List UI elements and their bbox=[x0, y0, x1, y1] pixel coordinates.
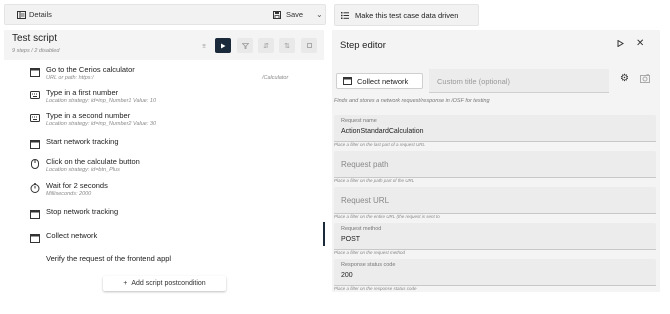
gear-icon[interactable]: ⚙ bbox=[620, 73, 629, 84]
field-hint: Place a filter on the entire URL (the re… bbox=[334, 214, 440, 219]
list-item[interactable]: Collect network bbox=[30, 231, 320, 245]
list-item[interactable]: Verify the request of the frontend appl bbox=[30, 254, 320, 268]
step-title: Wait for 2 seconds bbox=[46, 181, 108, 190]
browser-window-icon bbox=[30, 233, 40, 243]
step-title: Stop network tracking bbox=[46, 207, 119, 216]
request-path-field[interactable]: Request path bbox=[334, 151, 656, 178]
stop-icon[interactable] bbox=[301, 38, 317, 53]
filter-icon[interactable] bbox=[237, 38, 253, 53]
step-description: Finds and stores a network request/respo… bbox=[334, 98, 490, 104]
save-icon bbox=[273, 10, 281, 19]
response-status-field[interactable]: Response status code 200 bbox=[334, 259, 656, 286]
save-button[interactable]: Save bbox=[273, 10, 303, 19]
details-label: Details bbox=[29, 10, 52, 19]
field-label: Request method bbox=[341, 226, 382, 232]
test-script-subtitle: 9 steps / 2 disabled bbox=[12, 48, 60, 54]
step-title: Verify the request of the frontend appl bbox=[46, 254, 172, 263]
details-icon bbox=[17, 10, 26, 19]
field-value: 200 bbox=[341, 272, 353, 279]
field-hint: Place a filter on the request method bbox=[334, 250, 406, 255]
test-script-title: Test script bbox=[12, 33, 58, 44]
plus-icon: + bbox=[123, 280, 128, 287]
request-name-field[interactable]: Request name ActionStandardCalculation bbox=[334, 115, 656, 142]
list-item[interactable]: Type in a second number Location strateg… bbox=[30, 111, 320, 131]
step-detail: Location strategy: id=btn_Plus bbox=[46, 167, 120, 173]
list-item[interactable]: Click on the calculate button Location s… bbox=[30, 157, 320, 177]
field-value: ActionStandardCalculation bbox=[341, 128, 424, 135]
step-detail: Milliseconds: 2000 bbox=[46, 191, 92, 197]
list-icon bbox=[341, 11, 349, 19]
list-item[interactable]: Wait for 2 seconds Milliseconds: 2000 bbox=[30, 181, 320, 201]
field-label: Response status code bbox=[341, 262, 396, 268]
step-detail: URL or path: https:/ bbox=[46, 75, 94, 81]
step-title: Collect network bbox=[46, 231, 98, 240]
browser-window-icon bbox=[30, 209, 40, 219]
test-script-header: Test script 9 steps / 2 disabled ⌆ ⇵ ⇅ bbox=[4, 30, 324, 60]
mouse-icon bbox=[30, 159, 40, 169]
pin-icon[interactable]: ⌆ bbox=[196, 38, 212, 53]
data-driven-button[interactable]: Make this test case data driven bbox=[334, 4, 479, 26]
screenshot-icon[interactable] bbox=[640, 74, 650, 83]
play-icon[interactable] bbox=[617, 40, 624, 47]
list-item[interactable]: Stop network tracking bbox=[30, 207, 320, 221]
add-postcondition-button[interactable]: + Add script postcondition bbox=[103, 276, 226, 291]
step-title: Type in a second number bbox=[46, 111, 131, 120]
browser-window-icon bbox=[30, 139, 40, 149]
request-method-field[interactable]: Request method POST bbox=[334, 223, 656, 250]
details-toggle[interactable]: Details bbox=[17, 10, 52, 19]
step-detail-path: /Calculator bbox=[262, 75, 289, 81]
close-icon[interactable]: ✕ bbox=[636, 38, 644, 49]
field-hint: Place a filter on the response status co… bbox=[334, 286, 417, 291]
browser-window-icon bbox=[30, 67, 40, 77]
custom-title-input[interactable]: Custom title (optional) bbox=[429, 69, 609, 93]
details-bar[interactable]: Details Save ⌄ bbox=[4, 4, 326, 25]
collect-network-label: Collect network bbox=[357, 76, 409, 86]
step-title: Start network tracking bbox=[46, 137, 119, 146]
keyboard-icon bbox=[30, 90, 40, 100]
keyboard-icon bbox=[30, 113, 40, 123]
field-hint: Place a filter on the last part of a req… bbox=[334, 142, 426, 147]
list-item[interactable]: Type in a first number Location strategy… bbox=[30, 88, 320, 108]
test-script-panel: Test script 9 steps / 2 disabled ⌆ ⇵ ⇅ G… bbox=[4, 30, 324, 312]
collect-network-button[interactable]: Collect network bbox=[336, 73, 423, 89]
step-detail: Location strategy: id=inp_Number1 Value:… bbox=[46, 98, 157, 104]
request-url-field[interactable]: Request URL bbox=[334, 187, 656, 214]
timer-icon bbox=[30, 183, 40, 193]
selected-step-indicator bbox=[323, 222, 325, 246]
move-down-icon[interactable]: ⇅ bbox=[279, 38, 295, 53]
run-button[interactable] bbox=[215, 38, 231, 53]
list-item[interactable]: Start network tracking bbox=[30, 137, 320, 151]
save-label: Save bbox=[286, 10, 304, 19]
step-editor-title: Step editor bbox=[340, 40, 386, 51]
list-item[interactable]: Go to the Cerios calculator URL or path:… bbox=[30, 65, 320, 85]
add-postcondition-label: Add script postcondition bbox=[131, 280, 206, 287]
field-value: POST bbox=[341, 236, 361, 243]
move-up-icon[interactable]: ⇵ bbox=[258, 38, 274, 53]
step-editor-panel: Step editor ✕ Collect network Custom tit… bbox=[332, 30, 660, 292]
browser-window-icon bbox=[343, 77, 352, 85]
field-placeholder: Request path bbox=[341, 160, 389, 169]
step-title: Go to the Cerios calculator bbox=[46, 65, 135, 74]
step-detail: Location strategy: id=inp_Number2 Value:… bbox=[46, 121, 157, 127]
step-title: Click on the calculate button bbox=[46, 157, 140, 166]
field-label: Request name bbox=[341, 118, 377, 124]
field-hint: Place a filter on the path part of the U… bbox=[334, 178, 415, 183]
step-title: Type in a first number bbox=[46, 88, 119, 97]
field-placeholder: Request URL bbox=[341, 196, 390, 205]
data-driven-label: Make this test case data driven bbox=[355, 10, 459, 20]
chevron-down-icon[interactable]: ⌄ bbox=[316, 10, 323, 19]
